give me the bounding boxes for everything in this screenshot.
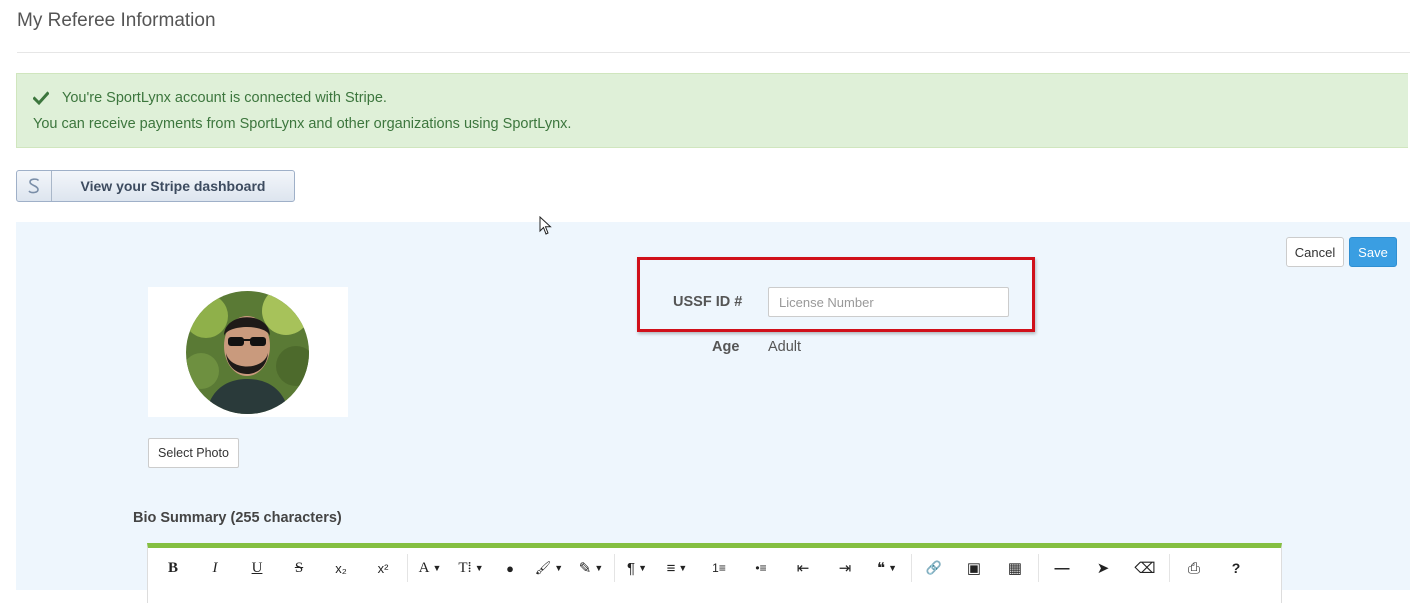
- toolbar-separator: [911, 554, 912, 582]
- superscript-icon[interactable]: x²: [362, 548, 404, 588]
- toolbar-separator: [407, 554, 408, 582]
- italic-icon[interactable]: I: [194, 548, 236, 588]
- view-stripe-dashboard-button[interactable]: View your Stripe dashboard: [16, 170, 295, 202]
- indent-icon[interactable]: ⇥: [824, 548, 866, 588]
- license-number-input[interactable]: [768, 287, 1009, 317]
- stripe-connected-alert: You're SportLynx account is connected wi…: [16, 73, 1408, 148]
- paragraph-icon[interactable]: ¶ ▼: [618, 548, 656, 588]
- chevron-down-icon: ▼: [638, 563, 647, 573]
- font-family-icon[interactable]: A ▼: [411, 548, 449, 588]
- title-divider: [17, 52, 1410, 53]
- magic-wand-icon[interactable]: ✎ ▼: [571, 548, 611, 588]
- unordered-list-icon[interactable]: •≡: [740, 548, 782, 588]
- cancel-button[interactable]: Cancel: [1286, 237, 1344, 267]
- editor-toolbar: B I U S x₂ x² A ▼ T⁞ ▼ ● 🖌 ▼ ✎ ▼ ¶ ▼ ≡ ▼ 1≡ •≡…: [148, 548, 1281, 588]
- bio-rich-text-editor[interactable]: B I U S x₂ x² A ▼ T⁞ ▼ ● 🖌 ▼ ✎ ▼ ¶ ▼ ≡ ▼ 1≡ •≡…: [147, 543, 1282, 603]
- font-size-icon[interactable]: T⁞ ▼: [449, 548, 493, 588]
- help-icon[interactable]: ?: [1215, 548, 1257, 588]
- chevron-down-icon: ▼: [888, 563, 897, 573]
- avatar: [186, 291, 309, 414]
- quote-glyph: ❝: [877, 560, 886, 577]
- age-value: Adult: [768, 339, 802, 355]
- outdent-icon[interactable]: ⇤: [782, 548, 824, 588]
- select-all-icon[interactable]: ➤: [1082, 548, 1124, 588]
- align-glyph: ≡: [666, 559, 676, 577]
- toolbar-separator: [1038, 554, 1039, 582]
- select-photo-button[interactable]: Select Photo: [148, 438, 239, 468]
- toolbar-separator: [614, 554, 615, 582]
- bold-icon[interactable]: B: [152, 548, 194, 588]
- save-button[interactable]: Save: [1349, 237, 1397, 267]
- page-title: My Referee Information: [17, 10, 216, 31]
- eraser-icon[interactable]: ⌫: [1124, 548, 1166, 588]
- strikethrough-icon[interactable]: S: [278, 548, 320, 588]
- ussf-id-label: USSF ID #: [673, 294, 743, 310]
- stripe-button-label: View your Stripe dashboard: [80, 178, 266, 194]
- paragraph-glyph: ¶: [627, 559, 636, 577]
- quote-icon[interactable]: ❝ ▼: [866, 548, 908, 588]
- age-label: Age: [712, 339, 740, 355]
- align-icon[interactable]: ≡ ▼: [656, 548, 698, 588]
- chevron-down-icon: ▼: [432, 563, 442, 573]
- referee-edit-panel: Cancel Save Select Photo USSF ID # Age A…: [16, 222, 1410, 603]
- image-icon[interactable]: ▣: [953, 548, 995, 588]
- alert-line-2: You can receive payments from SportLynx …: [33, 116, 572, 132]
- paint-glyph: 🖌: [534, 560, 552, 575]
- chevron-down-icon: ▼: [474, 563, 484, 573]
- bio-summary-label: Bio Summary (255 characters): [133, 510, 342, 526]
- text-color-icon[interactable]: ●: [493, 548, 527, 588]
- mouse-cursor-icon: [539, 216, 552, 235]
- underline-icon[interactable]: U: [236, 548, 278, 588]
- table-icon[interactable]: ▦: [995, 548, 1035, 588]
- font-family-glyph: A: [418, 559, 430, 576]
- paint-brush-icon[interactable]: 🖌 ▼: [527, 548, 571, 588]
- chevron-down-icon: ▼: [554, 563, 564, 573]
- link-icon[interactable]: 🔗: [915, 548, 953, 588]
- profile-photo-frame: [148, 287, 348, 417]
- chevron-down-icon: ▼: [678, 563, 688, 573]
- horizontal-rule-icon[interactable]: —: [1042, 548, 1082, 588]
- chevron-down-icon: ▼: [594, 563, 604, 573]
- style-glyph: ✎: [578, 560, 592, 577]
- font-size-glyph: T⁞: [458, 559, 472, 576]
- ordered-list-icon[interactable]: 1≡: [698, 548, 740, 588]
- checkmark-icon: [33, 91, 49, 106]
- toolbar-separator: [1169, 554, 1170, 582]
- print-icon[interactable]: ⎙: [1173, 548, 1215, 588]
- alert-line-1: You're SportLynx account is connected wi…: [62, 90, 387, 106]
- subscript-icon[interactable]: x₂: [320, 548, 362, 588]
- stripe-s-icon: [17, 171, 52, 201]
